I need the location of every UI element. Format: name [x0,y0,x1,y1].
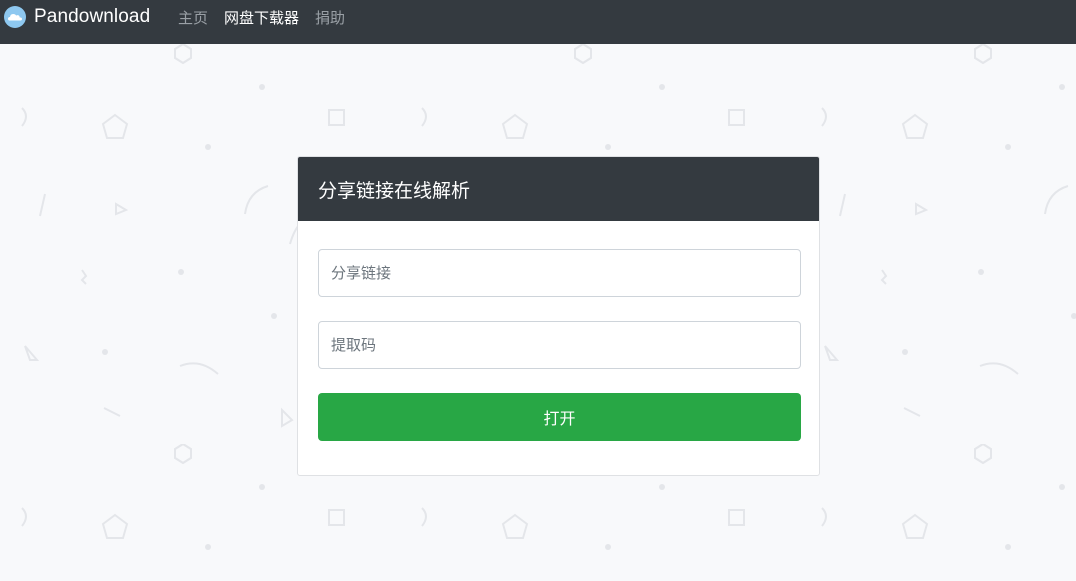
nav-link-donate[interactable]: 捐助 [315,7,345,28]
brand-name: Pandownload [34,6,151,27]
nav-link-home[interactable]: 主页 [178,7,208,28]
page: Pandownload 主页 网盘下载器 捐助 分享链接在线解析 打开 [0,0,1076,581]
cloud-icon [4,6,26,28]
share-link-input[interactable] [318,249,801,297]
nav-links: 主页 网盘下载器 捐助 [178,0,361,34]
nav-link-downloader[interactable]: 网盘下载器 [224,7,299,28]
share-link-card: 分享链接在线解析 打开 [297,156,820,476]
open-button[interactable]: 打开 [318,393,801,441]
top-navbar: Pandownload 主页 网盘下载器 捐助 [0,0,1076,44]
brand[interactable]: Pandownload [4,0,150,34]
extract-code-input[interactable] [318,321,801,369]
card-title: 分享链接在线解析 [298,157,819,221]
